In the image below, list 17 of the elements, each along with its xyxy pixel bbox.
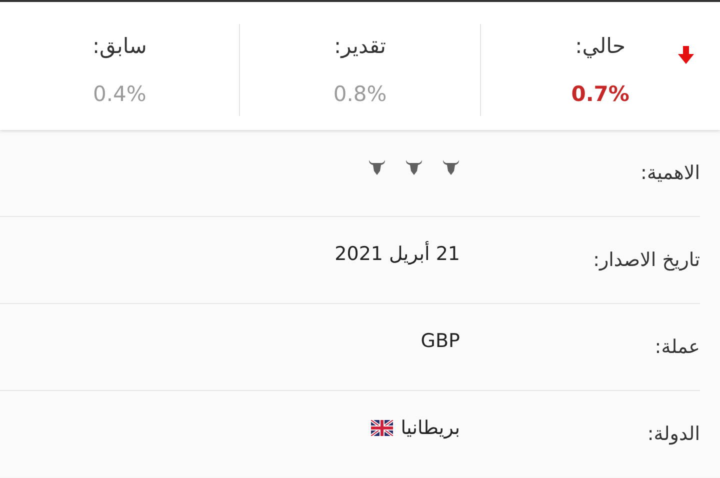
summary-value: 0.8% [333, 82, 387, 106]
bull-icon [368, 159, 386, 175]
flag-icon [370, 420, 393, 436]
summary-value: 0.7% [571, 82, 630, 106]
summary-label: سابق: [92, 34, 147, 58]
detail-value: بريطانيا [400, 417, 460, 439]
bull-icon [405, 159, 423, 175]
detail-value: GBP [420, 330, 460, 352]
summary-value: 0.4% [93, 82, 146, 106]
detail-value: 21 أبريل 2021 [334, 243, 460, 265]
detail-label: الاهمية: [640, 162, 700, 184]
summary-label: حالي: [575, 34, 626, 58]
detail-label: عملة: [654, 336, 700, 358]
detail-label: تاريخ الاصدار: [592, 249, 700, 271]
summary-label: تقدير: [334, 34, 386, 58]
bull-icon [442, 159, 460, 175]
detail-label: الدولة: [646, 423, 700, 445]
